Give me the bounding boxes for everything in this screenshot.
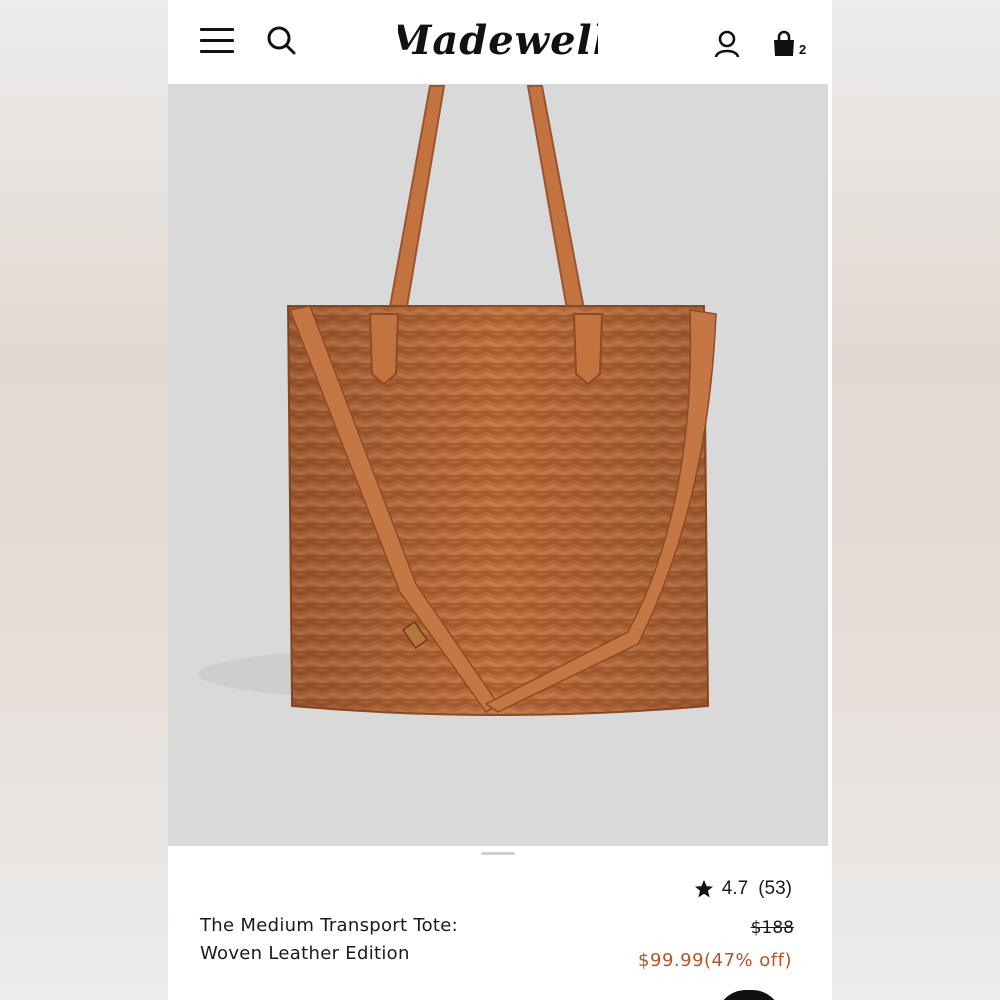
woven-tote-illustration — [198, 85, 717, 716]
backdrop-left — [0, 0, 168, 1000]
product-image[interactable] — [168, 84, 828, 846]
chat-launcher-button[interactable] — [716, 990, 782, 1000]
rating-value: 4.7 — [721, 878, 749, 899]
review-count[interactable]: (53) — [758, 878, 792, 900]
product-title-line-2: Woven Leather Edition — [200, 943, 410, 964]
bag-count-badge: 2 — [799, 42, 807, 57]
phone-screen: Madewell 2 4.7 (53) The Medium Transport… — [168, 0, 832, 1000]
product-rating[interactable]: 4.7 (53) — [694, 878, 792, 900]
star-icon — [694, 880, 713, 898]
shopping-bag-icon[interactable] — [772, 30, 796, 58]
original-price: $188 — [750, 918, 794, 938]
site-header: Madewell 2 — [168, 0, 832, 84]
madewell-logo[interactable]: Madewell — [398, 14, 598, 70]
sale-price: $99.99(47% off) — [638, 950, 792, 971]
hamburger-menu-icon[interactable] — [200, 26, 234, 54]
product-title: The Medium Transport Tote: Woven Leather… — [200, 912, 530, 968]
image-pager-indicator[interactable] — [481, 852, 515, 855]
user-icon[interactable] — [714, 30, 740, 58]
search-icon[interactable] — [266, 25, 298, 57]
brand-logo-text: Madewell — [398, 17, 598, 64]
product-title-line-1: The Medium Transport Tote: — [200, 915, 459, 936]
backdrop-right — [832, 0, 1000, 1000]
